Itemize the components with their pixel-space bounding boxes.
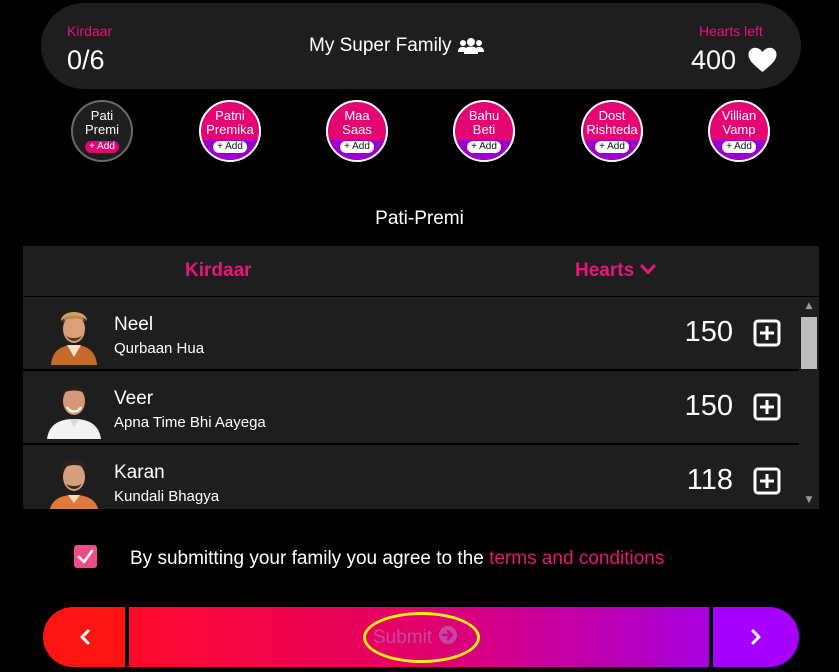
chevron-left-icon	[79, 629, 91, 649]
role-slots: Pati Premi + Add Patni Premika + Add Maa Sa…	[0, 100, 839, 164]
slot-label-line1: Bahu	[468, 108, 500, 123]
slot-bahu-beti[interactable]: Bahu Beti + Add	[453, 100, 515, 162]
character-show: Qurbaan Hua	[114, 340, 205, 357]
slot-label-line2: Vamp	[722, 122, 756, 137]
scroll-thumb[interactable]	[801, 317, 817, 369]
slot-maa-saas[interactable]: Maa Saas + Add	[326, 100, 388, 162]
kirdaar-count: 0/6	[67, 45, 105, 75]
hearts-left-label: Hearts left	[699, 23, 763, 39]
slot-add-button[interactable]: + Add	[595, 141, 629, 153]
avatar	[45, 377, 103, 439]
users-icon	[457, 37, 484, 55]
avatar	[45, 303, 103, 365]
kirdaar-label: Kirdaar	[67, 23, 113, 39]
previous-button[interactable]	[43, 607, 127, 667]
slot-label-line2: Rishteda	[586, 122, 638, 137]
section-title: Pati-Premi	[375, 208, 464, 229]
slot-pati-premi[interactable]: Pati Premi + Add	[71, 100, 133, 162]
submit-highlight-annotation	[363, 612, 480, 663]
slot-add-button[interactable]: + Add	[213, 141, 247, 153]
terms-agreement: By submitting your family you agree to t…	[130, 548, 664, 570]
hearts-left-value: 400	[691, 45, 737, 75]
character-hearts: 118	[686, 464, 733, 496]
heart-icon	[748, 47, 777, 73]
add-character-button[interactable]	[753, 467, 781, 495]
table-row: Neel Qurbaan Hua 150	[23, 297, 799, 369]
character-show: Kundali Bhagya	[114, 488, 220, 505]
slot-dost-rishteda[interactable]: Dost Rishteda + Add	[581, 100, 643, 162]
header-bar: Kirdaar 0/6 My Super Family Hearts left …	[41, 3, 801, 89]
scroll-up-arrow-icon[interactable]: ▲	[804, 301, 814, 311]
character-name: Neel	[114, 314, 154, 335]
chevron-down-icon	[640, 260, 656, 282]
slot-label-line2: Premika	[206, 122, 254, 137]
slot-label-line1: Maa	[344, 108, 370, 123]
slot-label-line1: Dost	[598, 108, 626, 123]
slot-add-button[interactable]: + Add	[467, 141, 501, 153]
next-button[interactable]	[713, 607, 799, 667]
terms-link[interactable]: terms and conditions	[489, 548, 664, 569]
column-header-hearts-label: Hearts	[575, 260, 635, 281]
slot-add-button[interactable]: + Add	[722, 141, 756, 153]
slot-villian-vamp[interactable]: Villian Vamp + Add	[708, 100, 770, 162]
character-show: Apna Time Bhi Aayega	[114, 414, 266, 431]
character-name: Veer	[114, 388, 154, 409]
slot-add-button[interactable]: + Add	[85, 141, 119, 153]
avatar	[45, 451, 103, 509]
table-row: Karan Kundali Bhagya 118	[23, 445, 799, 509]
slot-add-button[interactable]: + Add	[340, 141, 374, 153]
character-name: Karan	[114, 462, 165, 483]
column-header-hearts[interactable]: Hearts	[575, 260, 656, 282]
page-title-text: My Super Family	[309, 35, 452, 56]
slot-label-line2: Saas	[342, 122, 372, 137]
slot-patni-premika[interactable]: Patni Premika + Add	[199, 100, 261, 162]
column-header-kirdaar: Kirdaar	[185, 260, 252, 281]
chevron-right-icon	[750, 629, 762, 649]
add-character-button[interactable]	[753, 393, 781, 421]
scroll-down-arrow-icon[interactable]: ▼	[804, 495, 814, 505]
slot-label-line1: Pati	[90, 108, 114, 123]
table-header: Kirdaar Hearts	[23, 246, 819, 296]
slot-label-line1: Villian	[721, 108, 757, 123]
add-character-button[interactable]	[753, 319, 781, 347]
terms-text: By submitting your family you agree to t…	[130, 548, 490, 569]
list-scrollbar[interactable]: ▲ ▼	[799, 297, 819, 509]
character-list[interactable]: Neel Qurbaan Hua 150 Veer Apna Time Bhi …	[23, 297, 799, 509]
page-title: My Super Family	[309, 35, 484, 57]
slot-label-line2: Premi	[85, 122, 119, 137]
character-hearts: 150	[684, 390, 733, 422]
slot-label-line1: Patni	[215, 108, 245, 123]
terms-checkbox[interactable]	[74, 545, 97, 568]
table-row: Veer Apna Time Bhi Aayega 150	[23, 371, 799, 443]
character-hearts: 150	[684, 316, 733, 348]
slot-label-line2: Beti	[472, 122, 496, 137]
